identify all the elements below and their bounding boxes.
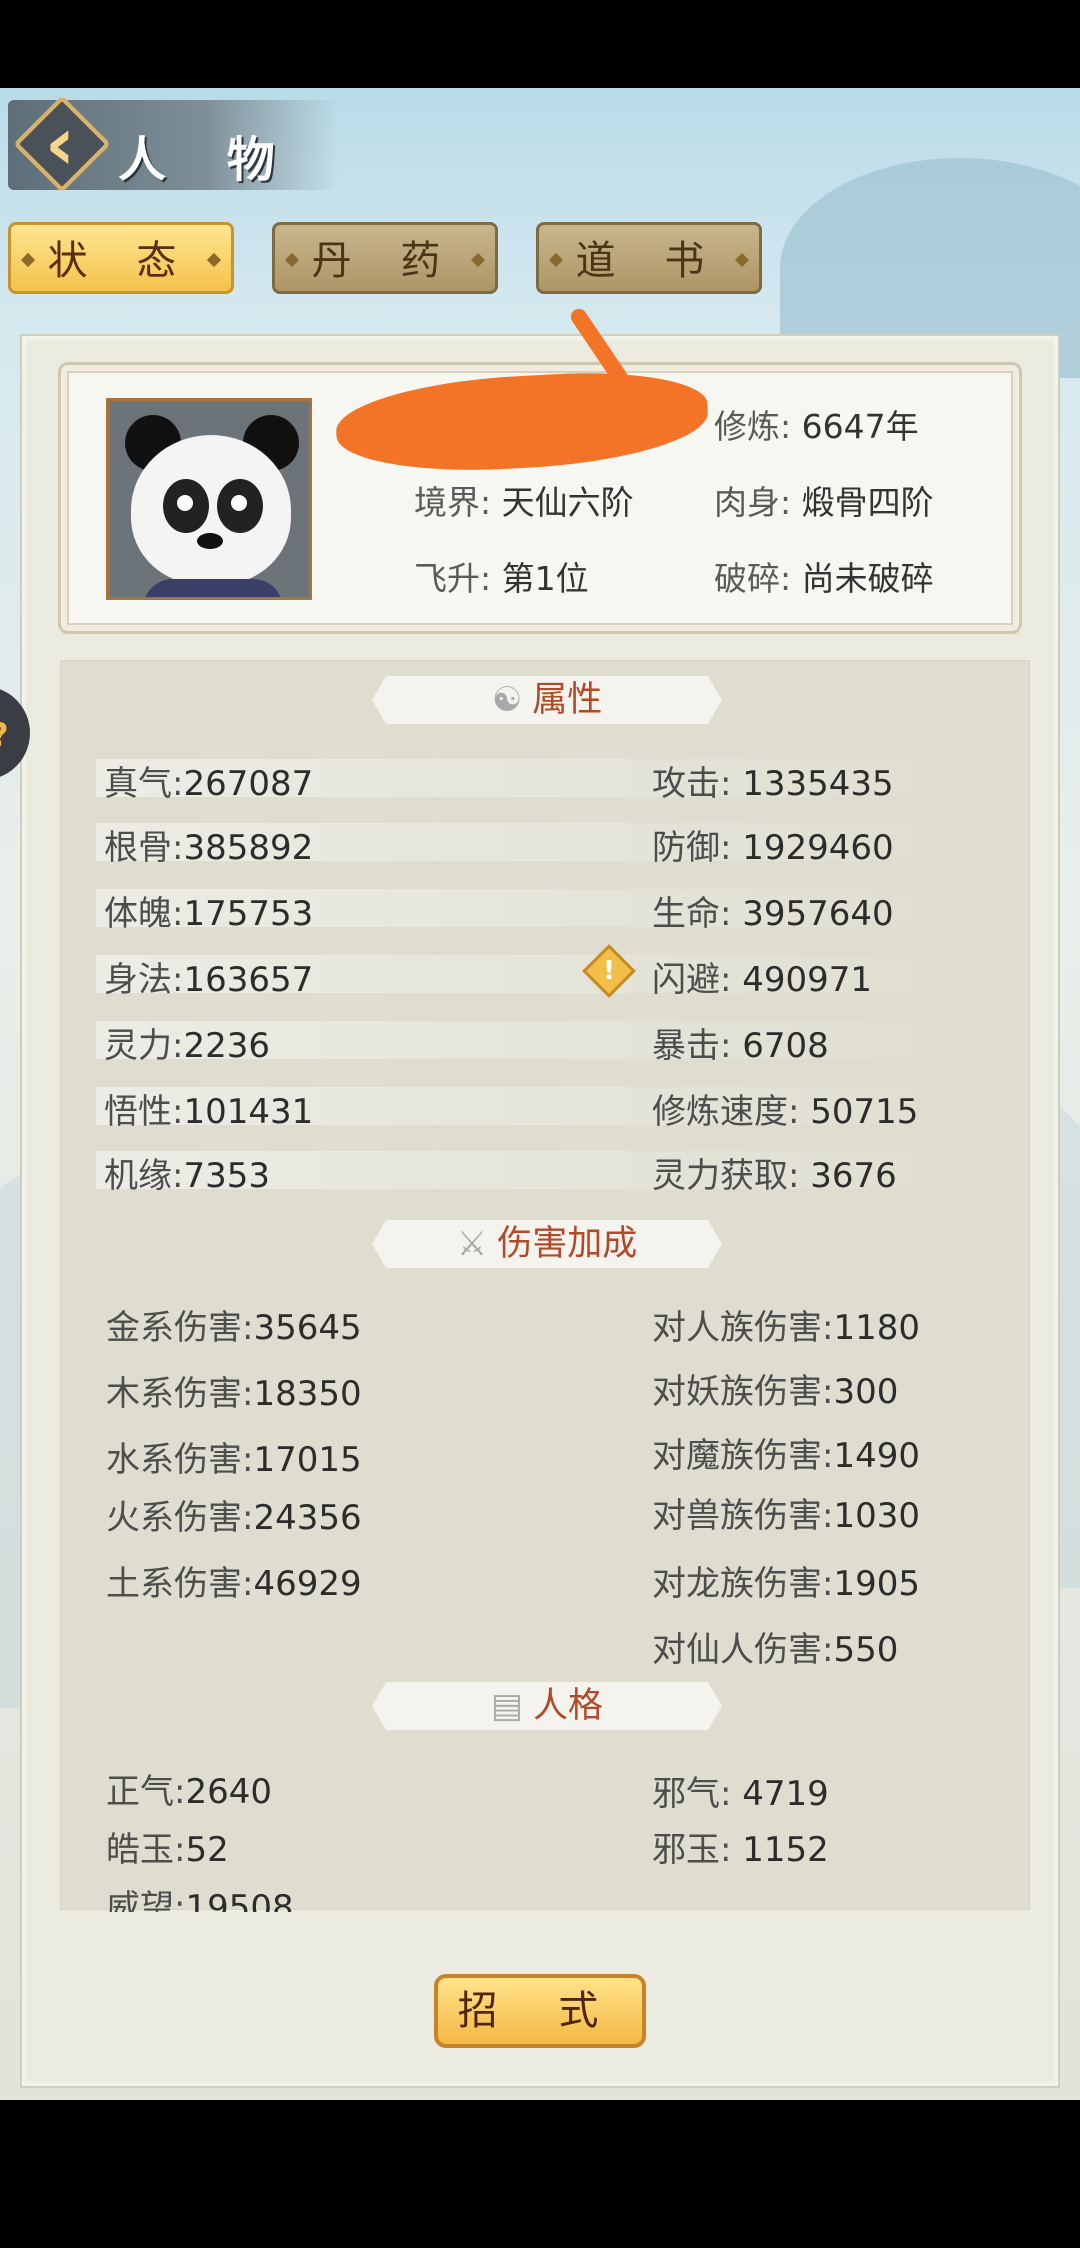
dmg-metal: 金系伤害:35645 [106,1308,362,1348]
side-button-icon: ? [0,716,9,754]
attr-fortune: 机缘:7353 [104,1156,270,1196]
pers-evil: 邪气: 4719 [652,1774,829,1814]
dmg-water: 水系伤害:17015 [106,1440,362,1480]
section-personality: ▤ 人格 [372,1682,722,1730]
body-info: 肉身: 煅骨四阶 [714,483,934,522]
attr-attack: 攻击: 1335435 [652,764,894,804]
cultivation-info: 修炼: 6647年 [714,407,919,446]
realm-info: 境界: 天仙六阶 [414,483,634,522]
attr-qi: 真气:267087 [104,764,314,804]
avatar[interactable] [106,398,312,600]
dmg-vs-human: 对人族伤害:1180 [652,1308,920,1348]
attr-insight: 悟性:101431 [104,1092,314,1132]
dmg-vs-beast: 对兽族伤害:1030 [652,1496,920,1536]
yin-yang-icon: ☯ [491,680,523,720]
shatter-info: 破碎: 尚未破碎 [714,559,934,598]
attr-defense: 防御: 1929460 [652,828,894,868]
dmg-wood: 木系伤害:18350 [106,1374,362,1414]
skills-button[interactable]: 招 式 [434,1974,646,2048]
dmg-vs-devil: 对魔族伤害:1490 [652,1436,920,1476]
ascend-info: 飞升: 第1位 [414,559,589,598]
pers-evil-jade: 邪玉: 1152 [652,1830,829,1870]
pers-jade: 皓玉:52 [106,1830,229,1870]
attr-physique: 体魄:175753 [104,894,314,934]
attr-cultivation-speed: 修炼速度: 50715 [652,1092,919,1132]
attr-spirit: 灵力:2236 [104,1026,270,1066]
pers-prestige: 威望:19508 [106,1888,294,1912]
attr-crit: 暴击: 6708 [652,1026,829,1066]
tab-books[interactable]: 道 书 [536,222,762,294]
attr-life: 生命: 3957640 [652,894,894,934]
chevron-left-icon: ‹ [44,101,76,187]
navigation-bar [0,2100,1080,2248]
scroll-icon: ▤ [490,1686,524,1726]
dmg-vs-dragon: 对龙族伤害:1905 [652,1564,920,1604]
attr-agility: 身法:163657 [104,960,314,1000]
dmg-earth: 土系伤害:46929 [106,1564,362,1604]
dmg-vs-demon: 对妖族伤害:300 [652,1372,899,1412]
status-bar [0,0,1080,88]
crossed-swords-icon: ⚔ [456,1224,488,1264]
section-damage: ⚔ 伤害加成 [372,1220,722,1268]
attr-bone: 根骨:385892 [104,828,314,868]
pers-righteous: 正气:2640 [106,1772,272,1812]
attr-dodge: 闪避: 490971 [652,960,873,1000]
dmg-vs-immortal: 对仙人伤害:550 [652,1630,899,1670]
dmg-fire: 火系伤害:24356 [106,1498,362,1538]
section-attributes: ☯ 属性 [372,676,722,724]
tab-status[interactable]: 状 态 [8,222,234,294]
attr-spirit-gain: 灵力获取: 3676 [652,1156,897,1196]
tab-pills[interactable]: 丹 药 [272,222,498,294]
page-title: 人 物 [118,132,297,188]
